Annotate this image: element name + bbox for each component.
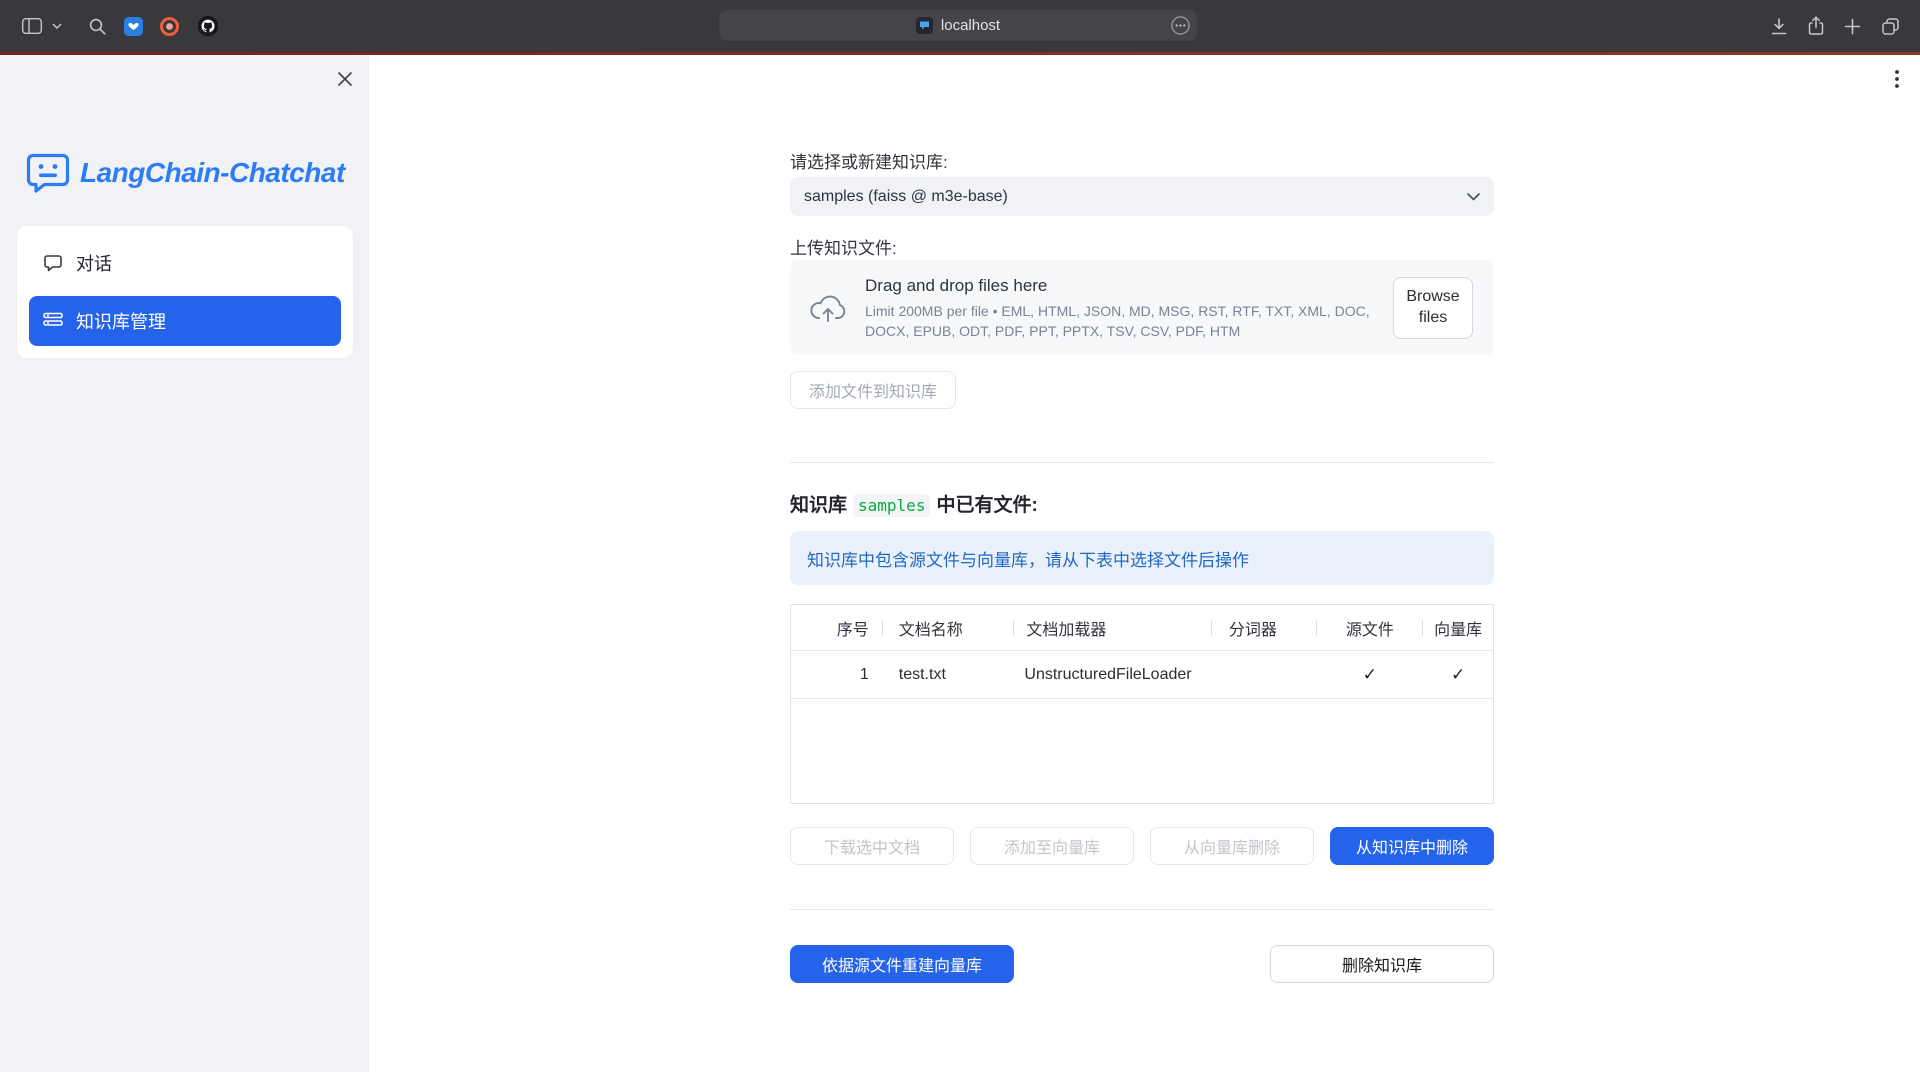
streamlit-decoration-bar <box>0 52 1920 55</box>
delete-kb-button[interactable]: 删除知识库 <box>1270 945 1494 983</box>
search-icon[interactable] <box>89 0 106 52</box>
browse-files-button[interactable]: Browse files <box>1393 277 1473 339</box>
extension-icon-orange[interactable] <box>160 0 179 52</box>
table-row[interactable]: 1 test.txt UnstructuredFileLoader ✓ ✓ <box>791 651 1493 699</box>
github-icon[interactable] <box>197 0 219 52</box>
cell-vector-check: ✓ <box>1423 651 1493 698</box>
address-bar[interactable]: localhost <box>719 10 1197 41</box>
delete-from-kb-button[interactable]: 从知识库中删除 <box>1330 827 1494 865</box>
page-options-icon[interactable] <box>1171 16 1190 35</box>
downloads-icon[interactable] <box>1770 0 1788 52</box>
tab-overview-icon[interactable] <box>1881 0 1900 52</box>
cell-splitter <box>1212 651 1317 698</box>
upload-label: 上传知识文件: <box>790 234 1494 259</box>
kb-select-label: 请选择或新建知识库: <box>790 148 1494 173</box>
file-actions: 下载选中文档 添加至向量库 从向量库删除 从知识库中删除 <box>790 827 1494 865</box>
cell-loader: UnstructuredFileLoader <box>1014 651 1211 698</box>
info-text: 知识库中包含源文件与向量库，请从下表中选择文件后操作 <box>807 546 1249 571</box>
divider <box>790 909 1494 910</box>
remove-from-vector-store-button[interactable]: 从向量库删除 <box>1150 827 1314 865</box>
column-header-index[interactable]: 序号 <box>791 605 883 650</box>
cloud-upload-icon <box>808 293 848 323</box>
chevron-down-icon <box>1467 193 1480 201</box>
column-header-name[interactable]: 文档名称 <box>883 605 1015 650</box>
kebab-menu-icon[interactable] <box>1888 67 1906 91</box>
info-banner: 知识库中包含源文件与向量库，请从下表中选择文件后操作 <box>790 531 1494 585</box>
chat-logo-icon <box>26 153 70 193</box>
share-icon[interactable] <box>1807 0 1825 52</box>
sidebar-toggle-icon[interactable] <box>22 18 42 34</box>
kb-list-icon <box>43 312 63 330</box>
download-selected-button[interactable]: 下载选中文档 <box>790 827 954 865</box>
dropzone-limit: Limit 200MB per file • EML, HTML, JSON, … <box>865 301 1377 342</box>
rebuild-vector-store-button[interactable]: 依据源文件重建向量库 <box>790 945 1014 983</box>
sidebar-item-dialogue[interactable]: 对话 <box>29 238 341 288</box>
browser-toolbar: localhost <box>0 0 1920 52</box>
table-header-row: 序号 文档名称 文档加载器 分词器 源文件 向量库 <box>791 605 1493 651</box>
sidebar-item-knowledge-base[interactable]: 知识库管理 <box>29 296 341 346</box>
column-header-vector[interactable]: 向量库 <box>1423 605 1493 650</box>
extension-icon-blue[interactable] <box>124 0 143 52</box>
column-header-loader[interactable]: 文档加载器 <box>1014 605 1211 650</box>
kb-select-value: samples (faiss @ m3e-base) <box>804 188 1008 206</box>
add-to-vector-store-button[interactable]: 添加至向量库 <box>970 827 1134 865</box>
column-header-source[interactable]: 源文件 <box>1317 605 1424 650</box>
app-logo: LangChain-Chatchat <box>26 153 345 193</box>
dropzone-text: Drag and drop files here Limit 200MB per… <box>865 274 1377 342</box>
divider <box>790 462 1494 463</box>
cell-source-check: ✓ <box>1317 651 1424 698</box>
dropzone-title: Drag and drop files here <box>865 276 1377 296</box>
cell-name: test.txt <box>883 651 1015 698</box>
add-files-to-kb-button[interactable]: 添加文件到知识库 <box>790 371 956 409</box>
sidebar-item-label: 知识库管理 <box>76 308 166 334</box>
app-page: LangChain-Chatchat 对话 知识库管理 请选择或新建知识库: s… <box>0 55 1920 1080</box>
heading-suffix: 中已有文件: <box>936 495 1037 516</box>
site-favicon <box>916 17 933 34</box>
sidebar-item-label: 对话 <box>76 250 112 276</box>
cell-index: 1 <box>791 651 883 698</box>
kb-name-code: samples <box>853 494 930 517</box>
address-url: localhost <box>941 17 1000 34</box>
chevron-down-icon[interactable] <box>52 23 62 29</box>
close-sidebar-icon[interactable] <box>335 69 355 89</box>
heading-prefix: 知识库 <box>790 495 847 516</box>
kb-select[interactable]: samples (faiss @ m3e-base) <box>790 177 1494 216</box>
column-header-splitter[interactable]: 分词器 <box>1212 605 1317 650</box>
sidebar: LangChain-Chatchat 对话 知识库管理 <box>0 55 369 1072</box>
new-tab-icon[interactable] <box>1844 0 1861 52</box>
file-dropzone[interactable]: Drag and drop files here Limit 200MB per… <box>790 260 1494 355</box>
kb-files-heading: 知识库 samples 中已有文件: <box>790 490 1038 517</box>
sidebar-nav: 对话 知识库管理 <box>17 226 353 358</box>
files-table[interactable]: 序号 文档名称 文档加载器 分词器 源文件 向量库 1 test.txt Uns… <box>790 604 1494 804</box>
logo-text: LangChain-Chatchat <box>80 157 345 189</box>
chat-bubble-icon <box>43 253 63 273</box>
